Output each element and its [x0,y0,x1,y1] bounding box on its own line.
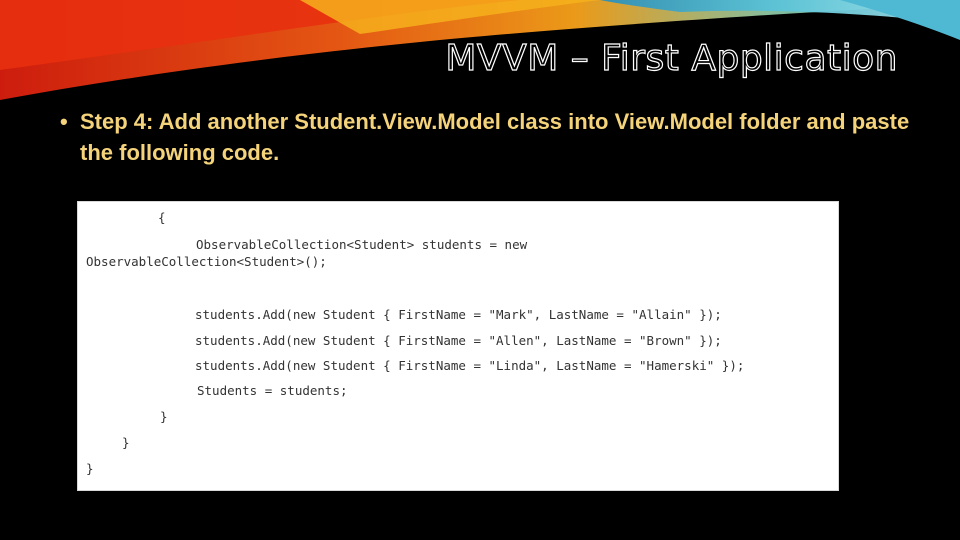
code-line: students.Add(new Student { FirstName = "… [195,307,722,322]
bullet-text: Step 4: Add another Student.View.Model c… [80,109,910,165]
code-line: ObservableCollection<Student>(); [86,254,327,269]
code-screenshot: { ObservableCollection<Student> students… [78,202,838,490]
code-line: Students = students; [197,383,348,398]
step-bullet: • Step 4: Add another Student.View.Model… [60,106,930,168]
bullet-marker: • [60,109,68,134]
code-line: ObservableCollection<Student> students =… [196,237,528,252]
code-line: } [160,409,168,424]
code-line: } [86,461,94,476]
slide-title: MVVM – First Application [445,37,898,79]
code-line: { [158,210,166,225]
code-line: students.Add(new Student { FirstName = "… [195,358,745,373]
code-line: students.Add(new Student { FirstName = "… [195,333,722,348]
code-line: } [122,435,130,450]
